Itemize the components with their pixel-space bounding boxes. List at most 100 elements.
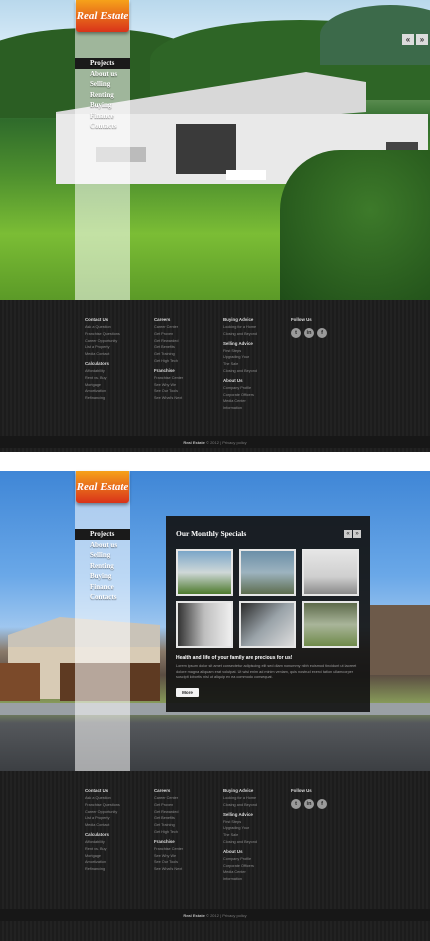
- footer-link[interactable]: The Sale: [223, 832, 257, 839]
- footer-link[interactable]: Looking for a Home: [223, 324, 257, 331]
- footer-link[interactable]: Career Opportunity: [85, 809, 120, 816]
- footer-link[interactable]: Media Contact: [85, 822, 120, 829]
- nav-item-selling[interactable]: Selling: [75, 79, 130, 90]
- facebook-icon[interactable]: f: [317, 328, 327, 338]
- footer-link[interactable]: Company Profile: [223, 856, 257, 863]
- slider-next-button[interactable]: »: [416, 34, 428, 45]
- footer-link[interactable]: Get Training: [154, 822, 183, 829]
- footer-link[interactable]: Refinancing: [85, 395, 120, 402]
- facebook-icon[interactable]: f: [317, 799, 327, 809]
- footer-link[interactable]: First Steps: [223, 348, 257, 355]
- nav-item-projects[interactable]: Projects: [75, 529, 130, 540]
- footer-link[interactable]: Rent vs. Buy: [85, 375, 120, 382]
- footer-link[interactable]: Closing and Beyond: [223, 368, 257, 375]
- footer-link[interactable]: Mortgage: [85, 382, 120, 389]
- nav-item-finance[interactable]: Finance: [75, 582, 130, 593]
- footer-link[interactable]: List a Property: [85, 815, 120, 822]
- footer-link[interactable]: Franchise Questions: [85, 331, 120, 338]
- footer-link[interactable]: Mortgage: [85, 853, 120, 860]
- footer-link[interactable]: Get High Tech: [154, 358, 183, 365]
- footer-link[interactable]: The Sale: [223, 361, 257, 368]
- copyright-text[interactable]: © 2012 | Privacy policy: [206, 913, 247, 918]
- nav-item-renting[interactable]: Renting: [75, 90, 130, 101]
- footer-link[interactable]: Information: [223, 405, 257, 412]
- nav-item-about-us[interactable]: About us: [75, 540, 130, 551]
- footer-link[interactable]: Career Center: [154, 324, 183, 331]
- nav-item-finance[interactable]: Finance: [75, 111, 130, 122]
- footer-link[interactable]: Affordability: [85, 368, 120, 375]
- footer-link[interactable]: Get Benefits: [154, 344, 183, 351]
- footer-link[interactable]: Get Rewarded: [154, 809, 183, 816]
- footer-link[interactable]: Ask a Question: [85, 795, 120, 802]
- gallery-thumb[interactable]: [239, 549, 296, 596]
- linkedin-icon[interactable]: in: [304, 799, 314, 809]
- footer-link[interactable]: List a Property: [85, 344, 120, 351]
- footer-link[interactable]: Media Center: [223, 869, 257, 876]
- nav-item-buying[interactable]: Buying: [75, 100, 130, 111]
- gallery-thumb[interactable]: [176, 549, 233, 596]
- footer-link[interactable]: Closing and Beyond: [223, 802, 257, 809]
- footer-link[interactable]: Franchise Center: [154, 846, 183, 853]
- specials-prev-button[interactable]: «: [344, 530, 352, 538]
- footer-link[interactable]: Franchise Center: [154, 375, 183, 382]
- footer-link[interactable]: Closing and Beyond: [223, 331, 257, 338]
- twitter-icon[interactable]: t: [291, 799, 301, 809]
- footer-link[interactable]: Get Rewarded: [154, 338, 183, 345]
- footer-link[interactable]: First Steps: [223, 819, 257, 826]
- footer-link[interactable]: Corporate Officers: [223, 863, 257, 870]
- logo-text: Real Estate: [76, 10, 129, 22]
- footer-col-careers: Careers Career Center Get Proven Get Rew…: [154, 314, 183, 402]
- footer-link[interactable]: See Our Tools: [154, 388, 183, 395]
- footer-link[interactable]: Get Benefits: [154, 815, 183, 822]
- footer-link[interactable]: Affordability: [85, 839, 120, 846]
- nav-item-about-us[interactable]: About us: [75, 69, 130, 80]
- footer-link[interactable]: Get Proven: [154, 802, 183, 809]
- linkedin-icon[interactable]: in: [304, 328, 314, 338]
- footer-link[interactable]: Rent vs. Buy: [85, 846, 120, 853]
- footer-link[interactable]: Get Proven: [154, 331, 183, 338]
- footer-link[interactable]: Looking for a Home: [223, 795, 257, 802]
- footer-link[interactable]: Upgrading Your: [223, 825, 257, 832]
- nav-item-selling[interactable]: Selling: [75, 550, 130, 561]
- footer-link[interactable]: Media Contact: [85, 351, 120, 358]
- footer-link[interactable]: Amortization: [85, 859, 120, 866]
- footer-link[interactable]: See What's Next: [154, 395, 183, 402]
- gallery-thumb[interactable]: [176, 601, 233, 648]
- specials-next-button[interactable]: »: [353, 530, 361, 538]
- footer-link[interactable]: Upgrading Your: [223, 354, 257, 361]
- footer-link[interactable]: See Why We: [154, 853, 183, 860]
- nav-item-buying[interactable]: Buying: [75, 571, 130, 582]
- footer-link[interactable]: Amortization: [85, 388, 120, 395]
- footer-link[interactable]: Franchise Questions: [85, 802, 120, 809]
- gallery-thumb[interactable]: [302, 601, 359, 648]
- nav-item-contacts[interactable]: Contacts: [75, 592, 130, 603]
- copyright-text[interactable]: © 2012 | Privacy policy: [206, 440, 247, 445]
- footer-link[interactable]: Get Training: [154, 351, 183, 358]
- footer-link[interactable]: Ask a Question: [85, 324, 120, 331]
- footer-link[interactable]: Media Center: [223, 398, 257, 405]
- footer-link[interactable]: Company Profile: [223, 385, 257, 392]
- footer-link[interactable]: Information: [223, 876, 257, 883]
- main-nav: Projects About us Selling Renting Buying…: [75, 529, 130, 603]
- twitter-icon[interactable]: t: [291, 328, 301, 338]
- footer-link[interactable]: Get High Tech: [154, 829, 183, 836]
- footer-link[interactable]: Refinancing: [85, 866, 120, 873]
- slider-prev-button[interactable]: «: [402, 34, 414, 45]
- nav-item-renting[interactable]: Renting: [75, 561, 130, 572]
- nav-item-projects[interactable]: Projects: [75, 58, 130, 69]
- footer-link[interactable]: Career Opportunity: [85, 338, 120, 345]
- gallery-thumb[interactable]: [239, 601, 296, 648]
- brand-logo[interactable]: Real Estate: [76, 471, 129, 503]
- footer-link[interactable]: See Our Tools: [154, 859, 183, 866]
- main-nav: Projects About us Selling Renting Buying…: [75, 58, 130, 132]
- footer-link[interactable]: Closing and Beyond: [223, 839, 257, 846]
- footer-heading: About Us: [223, 848, 243, 854]
- brand-logo[interactable]: Real Estate: [76, 0, 129, 32]
- footer-link[interactable]: Career Center: [154, 795, 183, 802]
- nav-item-contacts[interactable]: Contacts: [75, 121, 130, 132]
- footer-link[interactable]: See What's Next: [154, 866, 183, 873]
- footer-link[interactable]: Corporate Officers: [223, 392, 257, 399]
- more-button[interactable]: More: [176, 688, 199, 697]
- gallery-thumb[interactable]: [302, 549, 359, 596]
- footer-link[interactable]: See Why We: [154, 382, 183, 389]
